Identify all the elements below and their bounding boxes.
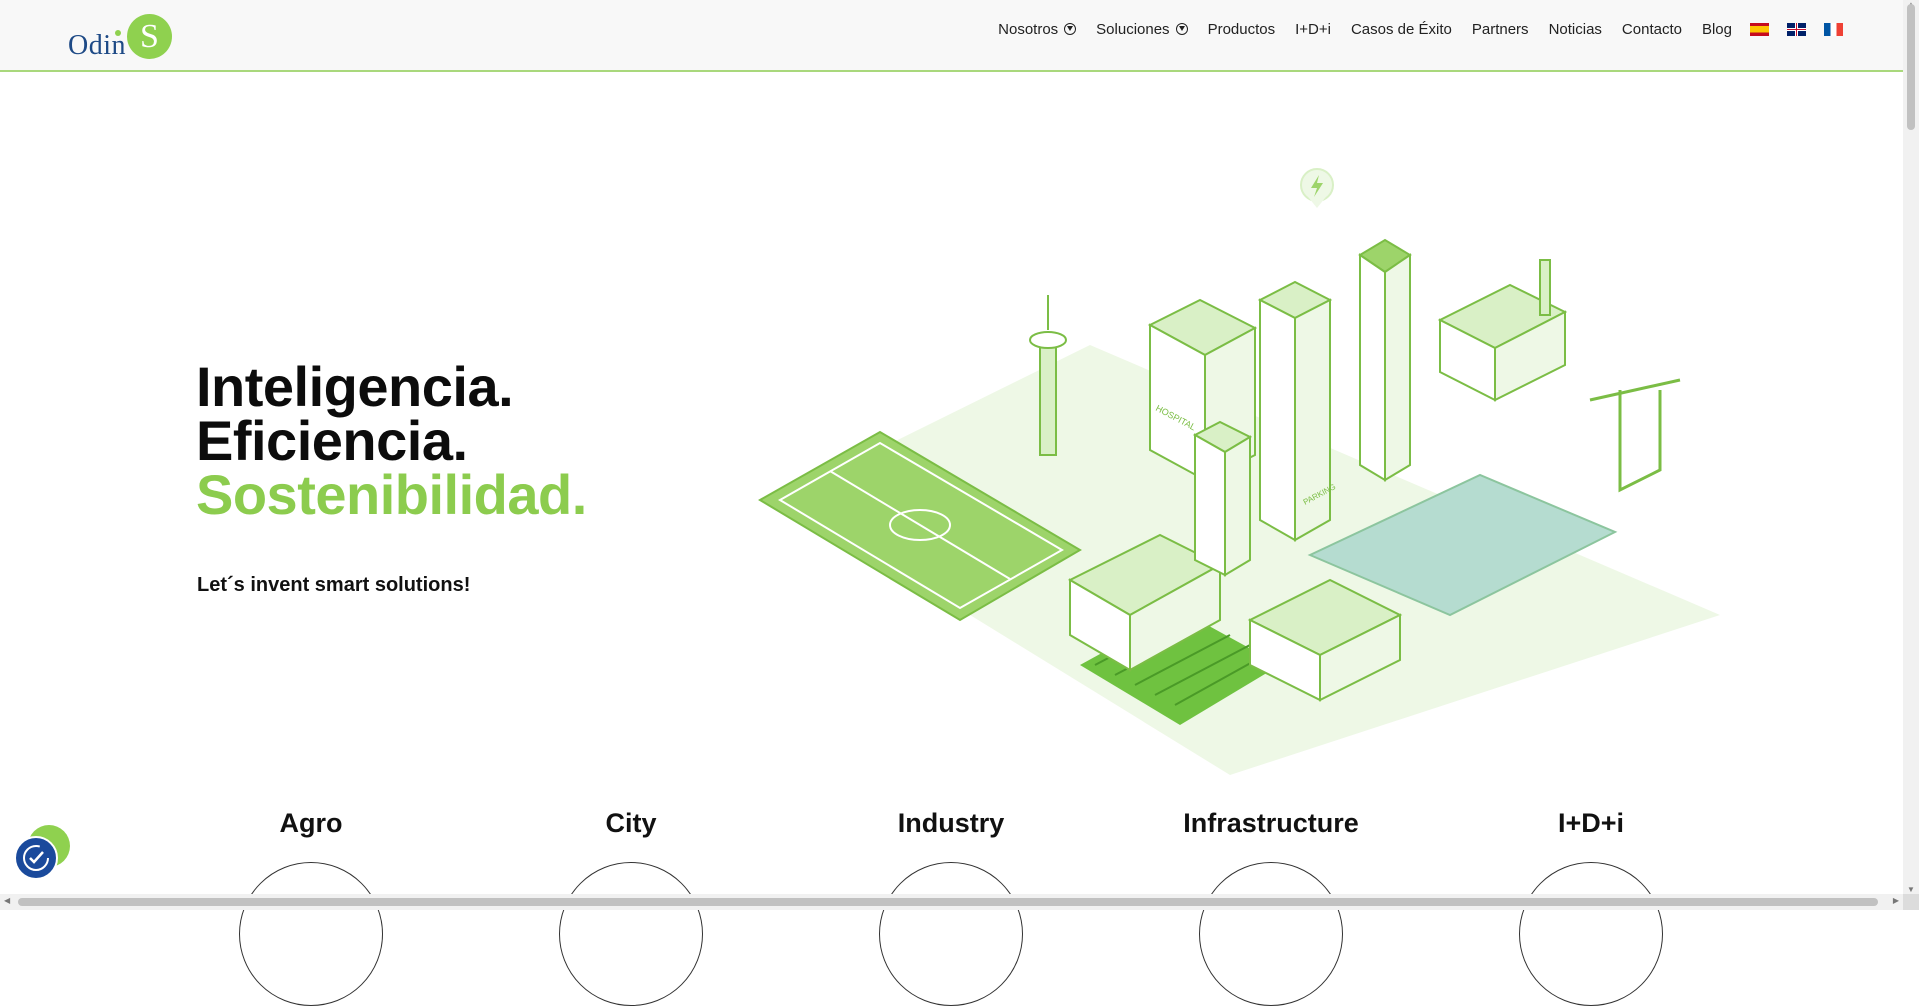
main-nav: Nosotros Soluciones Productos I+D+i Caso…	[998, 18, 1843, 40]
category-infrastructure[interactable]: Infrastructure	[1171, 808, 1371, 1006]
logo-dot	[115, 30, 121, 36]
tower-icon: PARKING	[1257, 280, 1337, 542]
category-city-circle[interactable]	[559, 862, 703, 1006]
flag-fr-icon[interactable]	[1824, 22, 1843, 36]
site-header: Odin S Nosotros Soluciones Productos I+D…	[0, 0, 1903, 72]
category-city[interactable]: City	[531, 808, 731, 1006]
category-agro-title: Agro	[279, 808, 343, 838]
category-idi-circle[interactable]	[1519, 862, 1663, 1006]
scroll-right-icon[interactable]: ▶	[1893, 896, 1899, 905]
accessibility-icon	[14, 836, 58, 880]
hero-line-sostenibilidad: Sostenibilidad.	[196, 463, 587, 526]
hero-heading: Inteligencia. Eficiencia. Sostenibilidad…	[196, 355, 587, 526]
nav-productos[interactable]: Productos	[1208, 21, 1276, 38]
horizontal-scrollbar-thumb[interactable]	[18, 898, 1878, 906]
scrollbar-corner	[1903, 894, 1919, 910]
nav-noticias[interactable]: Noticias	[1549, 21, 1602, 38]
category-agro-circle[interactable]	[239, 862, 383, 1006]
hero-tagline: Let´s invent smart solutions!	[197, 574, 471, 596]
category-industry-title: Industry	[897, 808, 1005, 838]
category-city-title: City	[605, 808, 657, 838]
category-agro[interactable]: Agro	[211, 808, 411, 1006]
nav-partners[interactable]: Partners	[1472, 21, 1529, 38]
category-infrastructure-circle[interactable]	[1199, 862, 1343, 1006]
category-industry[interactable]: Industry	[851, 808, 1051, 1006]
category-idi[interactable]: I+D+i	[1491, 808, 1691, 1006]
odins-logo[interactable]: Odin S	[68, 12, 173, 62]
factory-icon	[1437, 259, 1568, 402]
nav-nosotros[interactable]: Nosotros	[998, 20, 1077, 38]
download-circle-icon	[1064, 23, 1077, 35]
scroll-down-icon[interactable]: ▼	[1907, 885, 1915, 894]
nav-idi[interactable]: I+D+i	[1295, 21, 1331, 38]
vertical-scrollbar-thumb[interactable]	[1907, 4, 1915, 130]
energy-pin-icon	[1300, 168, 1334, 208]
nav-nosotros-label: Nosotros	[998, 20, 1059, 38]
flag-es-icon[interactable]	[1750, 22, 1769, 36]
download-circle-icon	[1175, 23, 1188, 35]
flag-uk-icon[interactable]	[1787, 22, 1806, 36]
skyscraper-icon	[1358, 238, 1412, 482]
nav-contacto[interactable]: Contacto	[1622, 21, 1682, 38]
category-industry-circle[interactable]	[879, 862, 1023, 1006]
hero-line-inteligencia: Inteligencia.	[196, 355, 514, 418]
nav-soluciones[interactable]: Soluciones	[1096, 20, 1188, 38]
port-crane-icon	[1589, 378, 1681, 493]
logo-mark: S	[127, 14, 172, 59]
scroll-left-icon[interactable]: ◀	[4, 896, 10, 905]
nav-blog[interactable]: Blog	[1702, 21, 1732, 38]
horizontal-scrollbar[interactable]: ◀ ▶	[0, 894, 1903, 910]
smart-city-illustration: HOSPITAL PARKING	[758, 168, 1720, 775]
hero-line-eficiencia: Eficiencia.	[196, 409, 468, 472]
accessibility-widget-button[interactable]	[14, 823, 74, 883]
category-idi-title: I+D+i	[1557, 808, 1625, 838]
office-tower-icon	[1192, 420, 1253, 577]
category-infrastructure-title: Infrastructure	[1183, 808, 1359, 838]
nav-soluciones-label: Soluciones	[1096, 20, 1170, 38]
vertical-scrollbar[interactable]: ▲ ▼	[1903, 0, 1919, 894]
nav-casos-de-exito[interactable]: Casos de Éxito	[1351, 21, 1452, 38]
